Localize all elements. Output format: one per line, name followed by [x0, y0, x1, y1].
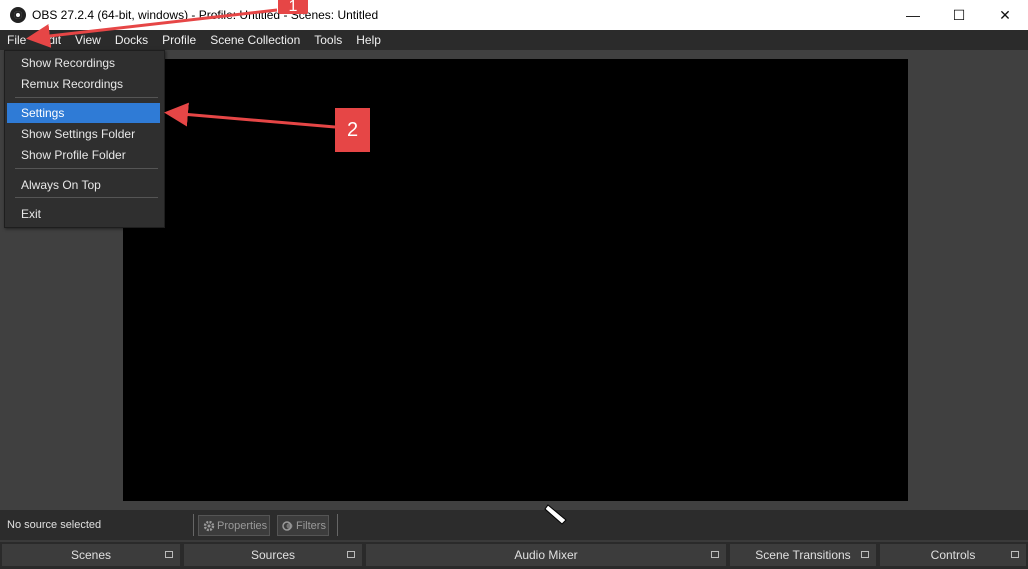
menu-view[interactable]: View — [68, 30, 108, 50]
menu-docks[interactable]: Docks — [108, 30, 155, 50]
menu-tools[interactable]: Tools — [307, 30, 349, 50]
scene-transitions-dock-header: Scene Transitions — [730, 544, 876, 566]
menu-separator — [15, 168, 158, 169]
audio-mixer-dock-title: Audio Mixer — [514, 548, 578, 562]
sources-dock-title: Sources — [250, 548, 296, 562]
obs-logo-icon — [10, 7, 26, 23]
filters-button[interactable]: Filters — [277, 515, 329, 536]
menu-bar: File Edit View Docks Profile Scene Colle… — [0, 30, 1028, 50]
filters-label: Filters — [296, 519, 326, 532]
source-status: No source selected — [7, 519, 102, 531]
source-toolbar: No source selected Properties Filters — [0, 510, 1028, 540]
menu-file[interactable]: File — [0, 30, 33, 50]
scenes-dock-title: Scenes — [70, 548, 112, 562]
maximize-button[interactable]: ☐ — [936, 0, 982, 30]
dock-headers: Scenes Sources Audio Mixer Scene Transit… — [0, 542, 1028, 569]
toolbar-divider — [337, 514, 338, 536]
controls-dock-title: Controls — [930, 548, 976, 562]
dock-float-icon[interactable] — [347, 551, 355, 558]
title-bar: OBS 27.2.4 (64-bit, windows) - Profile: … — [0, 0, 1028, 31]
menu-separator — [15, 197, 158, 198]
audio-mixer-dock-header: Audio Mixer — [366, 544, 726, 566]
controls-dock-header: Controls — [880, 544, 1026, 566]
preview-canvas[interactable] — [123, 59, 908, 501]
dock-float-icon[interactable] — [165, 551, 173, 558]
properties-label: Properties — [217, 519, 268, 532]
window-title: OBS 27.2.4 (64-bit, windows) - Profile: … — [32, 8, 379, 22]
toolbar-divider — [193, 514, 194, 536]
menu-separator — [15, 97, 158, 98]
menu-item-settings[interactable]: Settings — [7, 103, 160, 123]
menu-profile[interactable]: Profile — [155, 30, 203, 50]
scenes-dock-header: Scenes — [2, 544, 180, 566]
sources-dock-header: Sources — [184, 544, 362, 566]
annotation-badge-1: 1 — [278, 0, 308, 15]
menu-help[interactable]: Help — [349, 30, 388, 50]
menu-item-show-recordings[interactable]: Show Recordings — [7, 53, 160, 73]
file-menu-dropdown: Show Recordings Remux Recordings Setting… — [4, 50, 165, 228]
annotation-badge-2: 2 — [335, 108, 370, 152]
dock-float-icon[interactable] — [711, 551, 719, 558]
menu-edit[interactable]: Edit — [33, 30, 68, 50]
menu-item-show-settings-folder[interactable]: Show Settings Folder — [7, 124, 160, 144]
menu-item-exit[interactable]: Exit — [7, 204, 160, 224]
scene-transitions-dock-title: Scene Transitions — [755, 548, 851, 562]
minimize-button[interactable]: — — [890, 0, 936, 30]
filter-icon — [282, 520, 294, 532]
properties-button[interactable]: Properties — [198, 515, 270, 536]
dock-float-icon[interactable] — [1011, 551, 1019, 558]
menu-item-always-on-top[interactable]: Always On Top — [7, 175, 160, 195]
window-controls: — ☐ ✕ — [890, 0, 1028, 30]
close-button[interactable]: ✕ — [982, 0, 1028, 30]
menu-scene-collection[interactable]: Scene Collection — [203, 30, 307, 50]
dock-float-icon[interactable] — [861, 551, 869, 558]
menu-item-show-profile-folder[interactable]: Show Profile Folder — [7, 145, 160, 165]
menu-item-remux-recordings[interactable]: Remux Recordings — [7, 74, 160, 94]
gear-icon — [203, 520, 215, 532]
